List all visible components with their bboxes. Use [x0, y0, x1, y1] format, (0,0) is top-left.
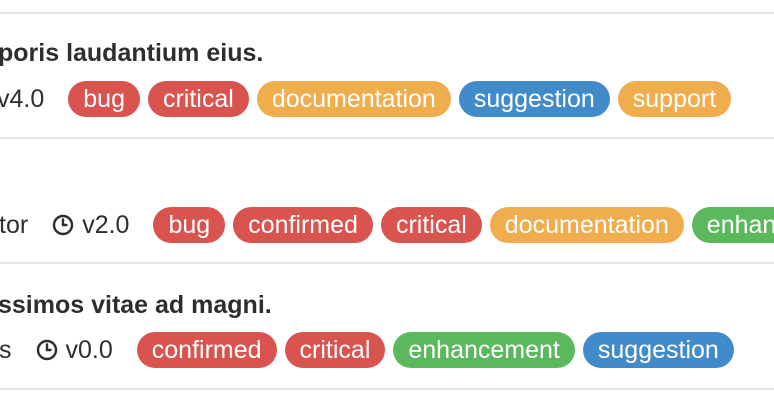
- label-critical[interactable]: critical: [284, 332, 386, 368]
- issue-row-previous: [0, 0, 774, 14]
- label-critical[interactable]: critical: [147, 81, 249, 117]
- label-enhancement[interactable]: enhancement: [691, 207, 774, 243]
- issue-meta: s v0.0 confirmed critical enhancement su…: [0, 331, 742, 369]
- label-support[interactable]: support: [617, 81, 732, 117]
- clock-icon: [36, 339, 57, 361]
- milestone[interactable]: v4.0: [0, 85, 44, 114]
- label-bug[interactable]: bug: [68, 81, 140, 117]
- milestone-version: v2.0: [82, 210, 130, 239]
- issue-author[interactable]: tor: [0, 211, 28, 240]
- label-suggestion[interactable]: suggestion: [458, 81, 610, 117]
- issue-row[interactable]: ssimos vitae ad magni. s v0.0 confirmed …: [0, 265, 774, 390]
- label-critical[interactable]: critical: [380, 207, 482, 243]
- label-bug[interactable]: bug: [153, 207, 226, 243]
- issue-title[interactable]: poris laudantium eius.: [0, 39, 263, 68]
- issues-list: poris laudantium eius. v4.0 bug critical…: [0, 0, 774, 416]
- milestone[interactable]: v0.0: [36, 336, 113, 365]
- milestone[interactable]: v2.0: [52, 211, 129, 240]
- issue-title[interactable]: ssimos vitae ad magni.: [0, 291, 272, 320]
- label-documentation[interactable]: documentation: [489, 207, 684, 243]
- issue-meta: v4.0 bug critical documentation suggesti…: [0, 80, 739, 118]
- issue-row[interactable]: tor v2.0 bug confirmed critical document…: [0, 139, 774, 264]
- milestone-version: v0.0: [65, 335, 113, 364]
- issue-meta: tor v2.0 bug confirmed critical document…: [0, 206, 774, 244]
- milestone-version: v4.0: [0, 84, 45, 113]
- label-suggestion[interactable]: suggestion: [582, 332, 734, 368]
- label-documentation[interactable]: documentation: [256, 81, 451, 117]
- label-enhancement[interactable]: enhancement: [393, 332, 575, 368]
- label-confirmed[interactable]: confirmed: [136, 332, 277, 368]
- label-confirmed[interactable]: confirmed: [233, 207, 373, 243]
- clock-icon: [52, 214, 74, 236]
- issue-row[interactable]: poris laudantium eius. v4.0 bug critical…: [0, 14, 774, 139]
- issue-author[interactable]: s: [0, 336, 12, 365]
